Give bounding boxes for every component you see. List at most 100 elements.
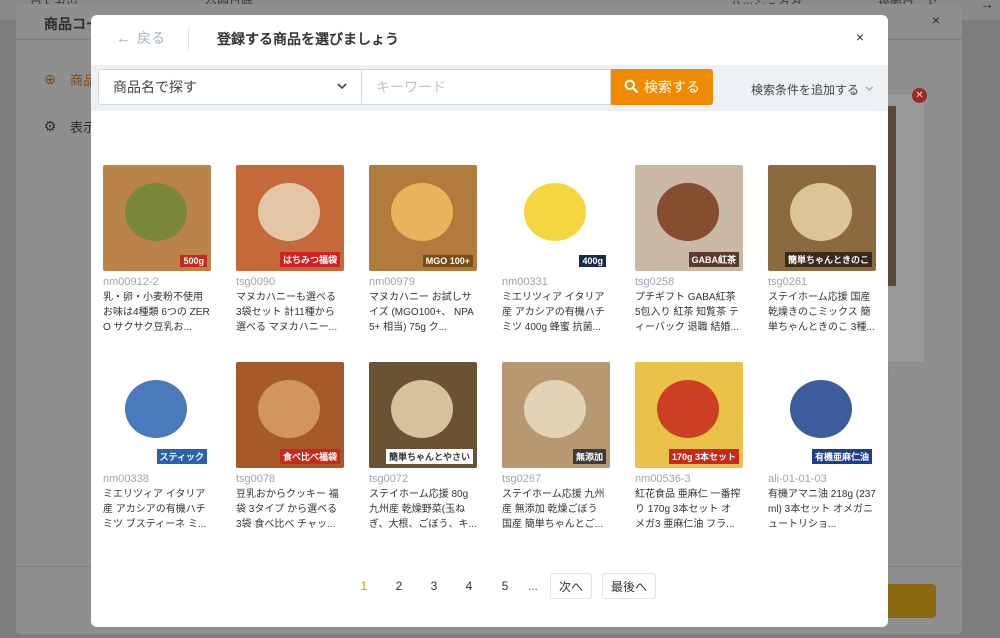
product-thumbnail: GABA紅茶 (635, 165, 743, 271)
page-1[interactable]: 1 (357, 573, 371, 599)
close-button[interactable]: × (856, 29, 864, 45)
product-code: tsg0072 (369, 473, 409, 485)
product-select-modal: ← 戻る 登録する商品を選びましょう × 商品名で探す 検索する 検索条件を追加… (91, 15, 888, 627)
product-name: マヌカハニー お試しサ イズ (MGO100+、 NPA5+ 相当) 75g ク… (369, 292, 474, 333)
product-card[interactable]: スティック nm00338 ミエリツィア イタリア 産 アカシアの有機ハチ ミツ ブ… (103, 362, 211, 532)
last-page-button[interactable]: 最後へ (602, 573, 657, 599)
product-image-shape (524, 380, 586, 438)
product-thumbnail: 400g (502, 165, 610, 271)
chevron-down-icon (865, 84, 874, 96)
product-card[interactable]: はちみつ福袋 tsg0090 マヌカハニーも選べる 3袋セット 計11種から 選べる… (236, 165, 344, 335)
product-name: ステイホーム応援 80g 九州産 乾燥野菜(玉ね ぎ、大根、ごぼう、キ... (369, 489, 477, 530)
product-thumbnail: 簡単ちゃんとやさい (369, 362, 477, 468)
back-button[interactable]: ← 戻る (116, 28, 165, 48)
product-code: nm00536-3 (635, 473, 691, 485)
product-code: nm00331 (502, 276, 548, 288)
product-name: 紅花食品 亜麻仁 一番搾 り 170g 3本セット オ メガ3 亜麻仁油 フラ.… (635, 489, 741, 530)
page-5[interactable]: 5 (498, 573, 512, 599)
product-image-label: GABA紅茶 (688, 252, 739, 267)
product-name: プチギフト GABA紅茶 5包入り 紅茶 知覧茶 テ ィーバック 退職 結婚..… (635, 292, 739, 333)
remove-icon: ✕ (912, 88, 927, 103)
advanced-search-toggle[interactable]: 検索条件を追加する (751, 81, 874, 98)
modal-title: 登録する商品を選びましょう (217, 31, 399, 47)
back-button-label: 戻る (137, 30, 165, 46)
product-image-label: 簡単ちゃんとやさい (385, 449, 473, 464)
gear-icon: ⚙ (43, 118, 57, 134)
advanced-search-label: 検索条件を追加する (751, 83, 860, 97)
search-button[interactable]: 検索する (611, 69, 713, 105)
product-card[interactable]: 簡単ちゃんとやさい tsg0072 ステイホーム応援 80g 九州産 乾燥野菜(玉ね… (369, 362, 477, 532)
product-thumbnail: はちみつ福袋 (236, 165, 344, 271)
page-4[interactable]: 4 (462, 573, 476, 599)
background-close-icon: × (931, 12, 940, 28)
product-image-label: 簡単ちゃんときのこ (784, 252, 872, 267)
product-code: tsg0258 (635, 276, 675, 288)
product-name: 乳・卵・小麦粉不使用 お味は4種類 6つの ZERO サクサク豆乳お... (103, 292, 210, 333)
product-image-shape (657, 380, 719, 438)
product-thumbnail: 有機亜麻仁油 (768, 362, 876, 468)
product-card[interactable]: 無添加 tsg0267 ステイホーム応援 九州 産 無添加 乾燥ごぼう 国産 簡単ち… (502, 362, 610, 532)
product-card[interactable]: 170g 3本セット nm00536-3 紅花食品 亜麻仁 一番搾 り 170g 3… (635, 362, 743, 532)
arrow-left-icon: ← (116, 29, 131, 47)
product-card[interactable]: 400g nm00331 ミエリツィア イタリア 産 アカシアの有機ハチ ミツ 40… (502, 165, 610, 335)
product-image-shape (790, 183, 852, 241)
page-ellipsis: ... (527, 579, 538, 593)
magnifier-plus-icon: ⊕ (44, 71, 56, 87)
product-image-shape (125, 183, 187, 241)
product-name: ステイホーム応援 九州 産 無添加 乾燥ごぼう 国産 簡単ちゃんとご... (502, 489, 605, 530)
product-image-shape (391, 183, 453, 241)
chevron-down-icon (336, 80, 348, 95)
product-image-label: 500g (180, 255, 207, 267)
product-image-label: 400g (579, 255, 606, 267)
page-2[interactable]: 2 (392, 573, 406, 599)
product-image-shape (258, 183, 320, 241)
product-image-label: 無添加 (572, 449, 606, 464)
product-image-shape (391, 380, 453, 438)
product-image-shape (258, 380, 320, 438)
product-code: tsg0078 (236, 473, 276, 485)
modal-header: ← 戻る 登録する商品を選びましょう × (91, 15, 888, 65)
product-card[interactable]: MGO 100+ nm00979 マヌカハニー お試しサ イズ (MGO100+、 … (369, 165, 477, 335)
product-thumbnail: MGO 100+ (369, 165, 477, 271)
product-thumbnail: 食べ比べ福袋 (236, 362, 344, 468)
product-thumbnail: スティック (103, 362, 211, 468)
product-image-shape (657, 183, 719, 241)
page-3[interactable]: 3 (427, 573, 441, 599)
product-code: nm00979 (369, 276, 415, 288)
product-image-shape (524, 183, 586, 241)
product-card[interactable]: 有機亜麻仁油 ali-01-01-03 有機アマニ油 218g (237ml) 3本… (768, 362, 876, 532)
product-code: tsg0261 (768, 276, 808, 288)
search-type-value: 商品名で探す (113, 79, 197, 95)
product-card[interactable]: 簡単ちゃんときのこ tsg0261 ステイホーム応援 国産 乾燥きのこミックス 簡 … (768, 165, 876, 335)
search-icon (624, 79, 638, 96)
product-card[interactable]: 500g nm00912-2 乳・卵・小麦粉不使用 お味は4種類 6つの ZERO … (103, 165, 211, 335)
product-name: 豆乳おからクッキー 福 袋 3タイプ から選べる 3袋 食べ比べ チャッ... (236, 489, 339, 530)
product-code: nm00338 (103, 473, 149, 485)
keyword-input[interactable] (361, 69, 611, 105)
product-name: マヌカハニーも選べる 3袋セット 計11種から 選べる マヌカハニー... (236, 292, 338, 333)
product-code: ali-01-01-03 (768, 473, 827, 485)
product-code: tsg0090 (236, 276, 276, 288)
product-name: ステイホーム応援 国産 乾燥きのこミックス 簡 単ちゃんときのこ 3種... (768, 292, 875, 333)
product-code: nm00912-2 (103, 276, 159, 288)
product-card[interactable]: 食べ比べ福袋 tsg0078 豆乳おからクッキー 福 袋 3タイプ から選べる 3袋… (236, 362, 344, 532)
product-name: ミエリツィア イタリア 産 アカシアの有機ハチ ミツ ブスティーネ ミ... (103, 489, 207, 530)
product-image-label: 食べ比べ福袋 (279, 449, 340, 464)
arrow-right-icon: → (980, 0, 994, 12)
next-page-button[interactable]: 次へ (550, 573, 593, 599)
search-bar: 商品名で探す 検索する 検索条件を追加する (91, 65, 888, 111)
product-image-shape (125, 380, 187, 438)
product-image-label: 170g 3本セット (668, 449, 739, 464)
background-side-search: ⊕ 商品 (42, 70, 96, 89)
product-name: 有機アマニ油 218g (237ml) 3本セット オメガニュートリショ... (768, 489, 876, 530)
search-type-select[interactable]: 商品名で探す (98, 69, 362, 105)
product-thumbnail: 無添加 (502, 362, 610, 468)
search-button-label: 検索する (644, 79, 700, 95)
product-image-label: スティック (156, 449, 207, 464)
product-thumbnail: 500g (103, 165, 211, 271)
pagination: 1 2 3 4 5 ... 次へ 最後へ (91, 573, 888, 599)
product-thumbnail: 簡単ちゃんときのこ (768, 165, 876, 271)
product-image-label: はちみつ福袋 (279, 252, 340, 267)
product-image-label: 有機亜麻仁油 (811, 449, 872, 464)
product-card[interactable]: GABA紅茶 tsg0258 プチギフト GABA紅茶 5包入り 紅茶 知覧茶 テ … (635, 165, 743, 335)
